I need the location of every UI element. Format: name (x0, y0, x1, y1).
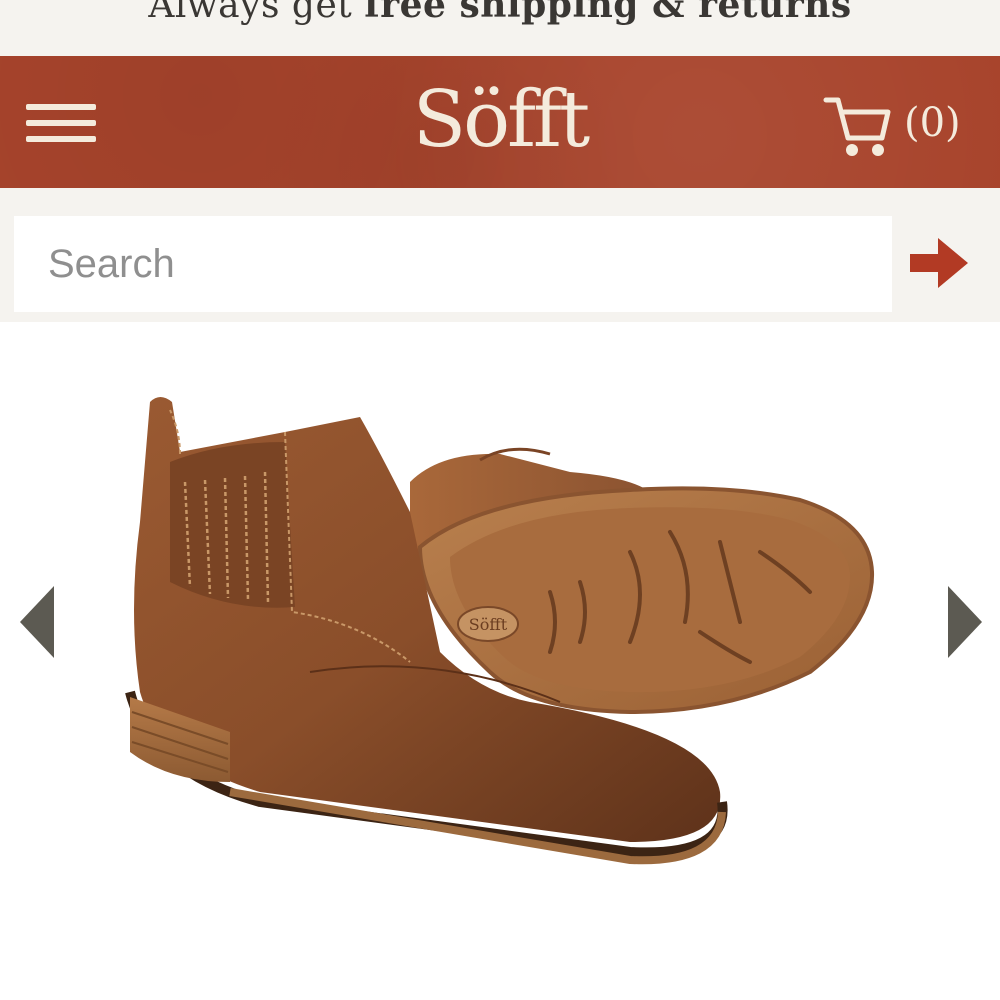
product-image: Söfft (125, 397, 875, 865)
cart-count: (0) (904, 100, 961, 146)
promo-prefix: Always get (148, 0, 353, 26)
promo-bold: free shipping & returns (364, 0, 852, 26)
cart-button[interactable]: (0) (822, 92, 982, 162)
cart-icon (823, 97, 891, 156)
sole-logo: Söfft (469, 615, 508, 634)
product-gallery: Söfft (0, 322, 1000, 1000)
promo-text: Always get free shipping & returns (0, 0, 1000, 26)
boot-back: Söfft (410, 447, 875, 715)
chevron-left-icon (20, 586, 54, 658)
site-header: Söfft (0) (0, 56, 1000, 188)
search-input[interactable] (14, 216, 892, 312)
arrow-right-icon (910, 238, 968, 288)
search-submit-button[interactable] (904, 228, 974, 298)
gallery-next-button[interactable] (944, 584, 984, 660)
gallery-prev-button[interactable] (18, 584, 58, 660)
chevron-right-icon (948, 586, 982, 658)
promo-banner: Always get free shipping & returns (0, 0, 1000, 56)
search-bar (0, 188, 1000, 322)
